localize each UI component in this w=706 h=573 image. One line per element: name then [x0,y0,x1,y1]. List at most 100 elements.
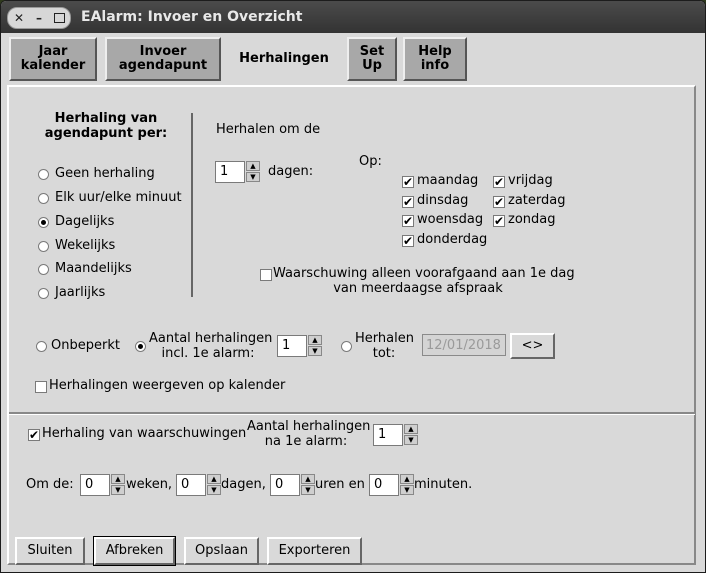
checkbox-zondag[interactable]: ✔ [493,215,505,227]
interval-unit: dagen: [268,164,314,179]
interval-value[interactable]: 1 [215,161,245,183]
radio-geen-herhaling[interactable] [38,169,49,180]
days-unit-label: dagen, [221,477,266,492]
export-button[interactable]: Exporteren [267,537,362,565]
radio-aantal-herhalingen[interactable] [135,341,146,352]
tab-label-line2: agendapunt [118,58,208,73]
spin-arrows: ▲ ▼ [111,474,125,496]
maximize-icon[interactable] [50,9,68,27]
save-button[interactable]: Opslaan [184,537,259,565]
tab-label-line2: kalender [20,58,86,73]
checkbox-woensdag[interactable]: ✔ [402,215,414,227]
days-value[interactable]: 0 [176,474,206,496]
radio-label: Dagelijks [55,214,115,229]
spin-up-icon[interactable]: ▲ [308,335,322,345]
spin-down-icon[interactable]: ▼ [400,485,414,495]
spin-up-icon[interactable]: ▲ [400,474,414,484]
checkbox-show-on-calendar[interactable] [35,381,47,393]
label-line1: Aantal herhalingen [247,419,371,434]
spin-down-icon[interactable]: ▼ [308,346,322,356]
spin-up-icon[interactable]: ▲ [111,474,125,484]
checkbox-warning-first-day[interactable] [260,269,272,281]
minutes-label: minuten. [414,477,473,492]
cancel-button[interactable]: Afbreken [93,536,176,566]
spin-arrows: ▲ ▼ [301,474,315,496]
window-controls: ✕ – [7,7,71,29]
checkbox-donderdag[interactable]: ✔ [402,235,414,247]
radio-label: Elk uur/elke minuut [55,190,182,205]
spin-down-icon[interactable]: ▼ [404,435,418,445]
window-title: EAlarm: Invoer en Overzicht [81,9,303,25]
days-spinbox[interactable]: 0 ▲ ▼ [176,474,221,496]
checkbox-label: maandag [417,173,479,188]
tab-help-info[interactable]: Help info [403,37,467,81]
until-label: Herhalen tot: [355,331,414,361]
weeks-spinbox[interactable]: 0 ▲ ▼ [80,474,125,496]
minimize-icon[interactable]: – [30,9,48,27]
hours-spinbox[interactable]: 0 ▲ ▼ [270,474,315,496]
checkbox-zaterdag[interactable]: ✔ [493,196,505,208]
horizontal-divider [9,412,695,415]
warning-count-value[interactable]: 1 [373,424,403,446]
checkbox-warning-repeat[interactable]: ✔ [28,429,40,441]
checkbox-dinsdag[interactable]: ✔ [402,196,414,208]
tab-label-line1: Help [418,44,452,59]
tab-herhalingen[interactable]: Herhalingen [227,37,341,81]
count-spinbox[interactable]: 1 ▲ ▼ [277,335,322,357]
vertical-divider [191,113,193,297]
tab-invoer-agendapunt[interactable]: Invoer agendapunt [105,37,221,81]
hours-label: uren en [315,477,365,492]
radio-label: Wekelijks [55,238,116,253]
spin-arrows: ▲ ▼ [207,474,221,496]
spin-up-icon[interactable]: ▲ [301,474,315,484]
spin-up-icon[interactable]: ▲ [246,161,260,171]
title-bar[interactable]: ✕ – EAlarm: Invoer en Overzicht [1,1,705,33]
checkbox-vrijdag[interactable]: ✔ [493,176,505,188]
close-icon[interactable]: ✕ [10,9,28,27]
tab-jaar-kalender[interactable]: Jaar kalender [9,37,97,81]
spin-up-icon[interactable]: ▲ [207,474,221,484]
show-on-calendar-label: Herhalingen weergeven op kalender [49,378,286,393]
spin-down-icon[interactable]: ▼ [246,172,260,182]
radio-label: Onbeperkt [51,338,120,353]
minutes-value[interactable]: 0 [369,474,399,496]
checkbox-label: zondag [508,212,556,227]
main-window: ✕ – EAlarm: Invoer en Overzicht Jaar kale… [0,0,706,573]
hours-value[interactable]: 0 [270,474,300,496]
radio-wekelijks[interactable] [38,241,49,252]
checkbox-label: dinsdag [417,193,469,208]
checkbox-label: woensdag [417,212,484,227]
spin-down-icon[interactable]: ▼ [207,485,221,495]
weeks-value[interactable]: 0 [80,474,110,496]
minutes-spinbox[interactable]: 0 ▲ ▼ [369,474,414,496]
label-line2: van meerdaagse afspraak [333,281,503,296]
interval-spinbox[interactable]: 1 ▲ ▼ [215,161,260,183]
radio-label: Jaarlijks [55,285,106,300]
radio-onbeperkt[interactable] [36,341,47,352]
warning-count-label: Aantal herhalingen na 1e alarm: [247,419,370,449]
spin-up-icon[interactable]: ▲ [404,424,418,434]
radio-jaarlijks[interactable] [38,288,49,299]
checkbox-maandag[interactable]: ✔ [402,176,414,188]
radio-dagelijks[interactable] [38,217,49,228]
radio-maandelijks[interactable] [38,264,49,275]
spin-arrows: ▲ ▼ [400,474,414,496]
repeat-type-heading: Herhaling van agendapunt per: [31,111,181,141]
count-value[interactable]: 1 [277,335,307,357]
warning-first-day-label: Waarschuwing alleen voorafgaand aan 1e d… [273,266,575,296]
date-picker-button[interactable]: <> [510,333,555,359]
label-line2: incl. 1e alarm: [161,346,255,361]
label-line1: Herhalen [355,331,414,346]
spin-down-icon[interactable]: ▼ [111,485,125,495]
close-button[interactable]: Sluiten [15,537,85,565]
radio-herhalen-tot[interactable] [341,341,352,352]
count-label: Aantal herhalingen incl. 1e alarm: [149,331,272,361]
spin-down-icon[interactable]: ▼ [301,485,315,495]
warning-count-spinbox[interactable]: 1 ▲ ▼ [373,424,418,446]
interval-label: Herhalen om de [216,122,321,137]
tab-set-up[interactable]: Set Up [347,37,397,81]
radio-elk-uur[interactable] [38,193,49,204]
tab-label-line2: info [420,58,450,73]
until-date-field[interactable]: 12/01/2018 [422,334,506,356]
tab-label-line1: Jaar [38,44,68,59]
